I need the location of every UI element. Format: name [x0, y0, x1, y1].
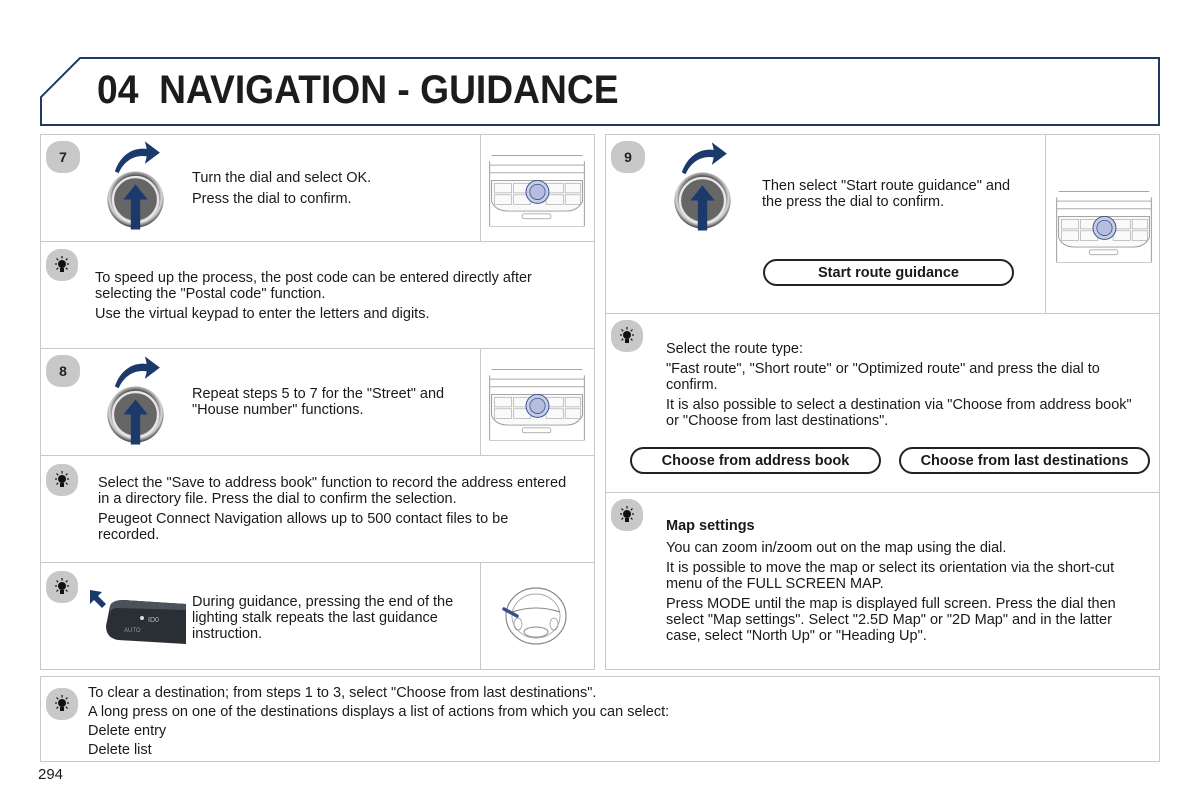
- tip-line: Delete entry: [88, 723, 167, 739]
- tip-line: To clear a destination; from steps 1 to …: [88, 685, 597, 701]
- tip-badge: [46, 688, 78, 720]
- lighting-stalk-icon: ID0 AUTO: [90, 590, 186, 644]
- divider: [1045, 134, 1046, 313]
- step-number: 7: [59, 149, 67, 165]
- button-label: Choose from last destinations: [920, 452, 1129, 469]
- lightbulb-tip-icon: [52, 470, 72, 490]
- choose-from-last-destinations-button[interactable]: Choose from last destinations: [899, 447, 1150, 474]
- steering-wheel-icon: [502, 587, 567, 645]
- tip-postcode-text: To speed up the process, the post code c…: [95, 270, 565, 326]
- tip-address-book-text: Select the "Save to address book" functi…: [98, 475, 573, 547]
- tip-paragraph: Select the route type:: [666, 341, 804, 357]
- lightbulb-tip-icon: [52, 577, 72, 597]
- divider: [40, 455, 595, 456]
- step-9-instructions: Then select "Start route guidance" and t…: [762, 178, 1032, 214]
- choose-from-address-book-button[interactable]: Choose from address book: [630, 447, 881, 474]
- step-8-instructions: Repeat steps 5 to 7 for the "Street" and…: [192, 386, 452, 422]
- step-7-instructions: Turn the dial and select OK. Press the d…: [192, 170, 472, 211]
- tip-badge: [611, 499, 643, 531]
- tip-badge: [46, 249, 78, 281]
- radio-panel-icon: [1049, 178, 1159, 274]
- tip-map-settings-text: Map settings You can zoom in/zoom out on…: [666, 518, 1146, 648]
- radio-panel-icon: [482, 356, 592, 452]
- lightbulb-tip-icon: [617, 326, 637, 346]
- divider: [480, 348, 481, 455]
- tip-paragraph: You can zoom in/zoom out on the map usin…: [666, 540, 1007, 556]
- svg-text:AUTO: AUTO: [124, 628, 141, 634]
- lightbulb-tip-icon: [52, 255, 72, 275]
- tip-paragraph: During guidance, pressing the end of the…: [192, 594, 454, 642]
- tip-paragraph: It is also possible to select a destinat…: [666, 397, 1132, 429]
- divider: [40, 241, 595, 242]
- tip-badge: [46, 571, 78, 603]
- chapter-number: 04: [97, 68, 139, 112]
- button-label: Start route guidance: [818, 264, 959, 281]
- step-9-text: Then select "Start route guidance" and t…: [762, 178, 1011, 210]
- tip-paragraph: Select the "Save to address book" functi…: [98, 475, 567, 507]
- dial-turn-press-icon: [98, 350, 173, 450]
- tip-paragraph: It is possible to move the map or select…: [666, 560, 1115, 592]
- divider: [605, 313, 1160, 314]
- divider: [40, 348, 595, 349]
- svg-text:ID0: ID0: [148, 617, 159, 624]
- divider: [40, 562, 595, 563]
- tip-paragraph: To speed up the process, the post code c…: [95, 270, 532, 302]
- tip-badge: [46, 464, 78, 496]
- tip-lighting-stalk-text: During guidance, pressing the end of the…: [192, 594, 462, 646]
- dial-turn-press-icon: [665, 136, 740, 236]
- lightbulb-tip-icon: [52, 694, 72, 714]
- step-7-line: Press the dial to confirm.: [192, 191, 352, 207]
- tip-heading: Map settings: [666, 518, 755, 534]
- step-8-text: Repeat steps 5 to 7 for the "Street" and…: [192, 386, 445, 418]
- step-number: 9: [624, 149, 632, 165]
- bottom-tip-text: To clear a destination; from steps 1 to …: [88, 684, 1148, 760]
- lightbulb-tip-icon: [617, 505, 637, 525]
- step-7-line: Turn the dial and select OK.: [192, 170, 372, 186]
- divider: [480, 562, 481, 670]
- tip-line: A long press on one of the destinations …: [88, 704, 670, 720]
- page-title: 04 NAVIGATION - GUIDANCE: [97, 68, 619, 113]
- step-badge: 8: [46, 355, 80, 387]
- step-number: 8: [59, 363, 67, 379]
- tip-paragraph: Peugeot Connect Navigation allows up to …: [98, 511, 509, 543]
- tip-paragraph: "Fast route", "Short route" or "Optimize…: [666, 361, 1100, 393]
- radio-panel-icon: [482, 142, 592, 238]
- divider: [605, 492, 1160, 493]
- dial-turn-press-icon: [98, 135, 173, 235]
- chapter-title: NAVIGATION - GUIDANCE: [159, 68, 619, 112]
- step-badge: 7: [46, 141, 80, 173]
- tip-route-type-text: Select the route type: "Fast route", "Sh…: [666, 341, 1146, 433]
- tip-line: Delete list: [88, 742, 152, 758]
- tip-paragraph: Press MODE until the map is displayed fu…: [666, 596, 1116, 644]
- step-badge: 9: [611, 141, 645, 173]
- tip-paragraph: Use the virtual keypad to enter the lett…: [95, 306, 430, 322]
- start-route-guidance-button[interactable]: Start route guidance: [763, 259, 1014, 286]
- tip-badge: [611, 320, 643, 352]
- button-label: Choose from address book: [661, 452, 850, 469]
- divider: [480, 134, 481, 241]
- page-number: 294: [38, 766, 64, 783]
